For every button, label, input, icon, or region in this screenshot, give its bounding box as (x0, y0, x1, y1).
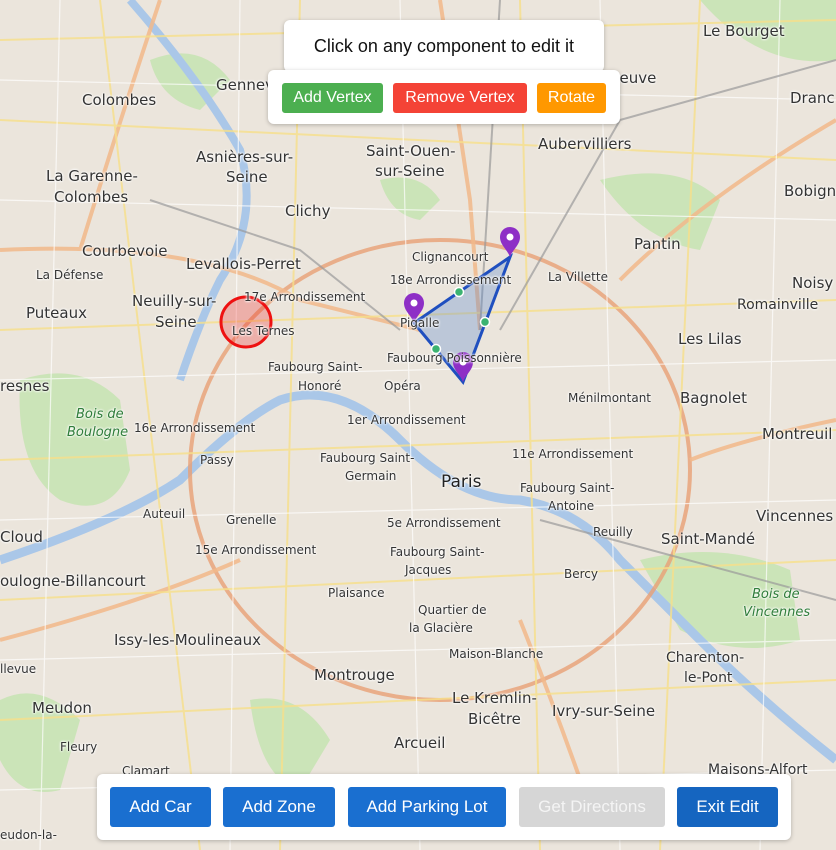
map-label: sur-Seine (375, 162, 445, 180)
add-vertex-button[interactable]: Add Vertex (282, 83, 383, 113)
map-label: Charenton- (666, 650, 745, 666)
map-label: Meudon (32, 699, 92, 717)
map-label: Reuilly (593, 525, 633, 539)
map-label: Les Lilas (678, 330, 742, 348)
map-label: Colombes (54, 188, 129, 206)
map-label: llevue (0, 662, 37, 676)
map-label: resnes (0, 377, 50, 395)
map-label: Faubourg Saint- (390, 545, 485, 559)
map-label: Pantin (634, 235, 681, 253)
map-label: Montreuil (762, 425, 833, 443)
map-label: Saint-Mandé (661, 530, 756, 548)
map-label: Bercy (564, 567, 598, 581)
map-label: Grenelle (226, 513, 277, 527)
map-label: Auteuil (143, 507, 186, 521)
map-label: Puteaux (26, 304, 87, 322)
map-label: 5e Arrondissement (387, 516, 501, 530)
map-label: Bicêtre (468, 710, 521, 728)
map-label: Paris (441, 472, 482, 492)
map-label: Saint-Ouen- (366, 142, 456, 160)
map-label: Bobign (784, 182, 836, 200)
zone-circle[interactable] (219, 295, 273, 349)
map-label: Colombes (82, 91, 157, 109)
map-label: Le Bourget (703, 22, 785, 40)
map-label: Vincennes (756, 507, 834, 525)
map-label: 16e Arrondissement (134, 421, 256, 435)
map-label: 18e Arrondissement (390, 273, 512, 287)
map-label: Les Ternes (232, 324, 295, 338)
map-label: Seine (226, 168, 268, 186)
map-label: Romainville (737, 297, 819, 313)
map-label: 1er Arrondissement (347, 413, 466, 427)
map-label: Courbevoie (82, 242, 168, 260)
map-label: Bois de (76, 407, 124, 422)
map-label: La Défense (36, 268, 104, 282)
map-label: Le Kremlin- (452, 689, 537, 707)
add-zone-button[interactable]: Add Zone (223, 787, 335, 827)
map-label: Honoré (298, 379, 342, 393)
map-label: Levallois-Perret (186, 255, 301, 273)
map-label: Faubourg Saint- (268, 360, 363, 374)
map-label: Ivry-sur-Seine (552, 702, 656, 720)
map-label: Neuilly-sur- (132, 292, 217, 310)
map-label: Aubervilliers (538, 135, 632, 153)
edit-hint-text: Click on any component to edit it (313, 35, 575, 56)
map-label: la Glacière (409, 621, 473, 635)
map-label: Asnières-sur- (196, 148, 294, 166)
map-label: eudon-la- (0, 828, 57, 842)
map-label: Opéra (384, 379, 421, 393)
map-label: Faubourg Saint- (520, 481, 615, 495)
map-label: Quartier de (418, 603, 487, 617)
map-label: Passy (200, 453, 234, 467)
remove-vertex-button[interactable]: Remove Vertex (393, 83, 527, 113)
map-label: La Garenne- (46, 167, 138, 185)
map-label: 17e Arrondissement (244, 290, 366, 304)
map-label: 15e Arrondissement (195, 543, 317, 557)
map-label: Antoine (548, 499, 595, 513)
map-label: Gennev (216, 76, 274, 94)
map-label: Germain (345, 469, 397, 483)
map-label: La Villette (548, 270, 608, 284)
map-label: Arcueil (394, 734, 446, 752)
map-label: le-Pont (684, 670, 733, 686)
map-label: Pigalle (400, 316, 440, 330)
add-car-button[interactable]: Add Car (110, 787, 211, 827)
map-label: Plaisance (328, 586, 385, 600)
map-label: Fleury (60, 740, 98, 754)
map-label: Bois de (752, 587, 800, 602)
map-label: Montrouge (314, 666, 395, 684)
get-directions-button[interactable]: Get Directions (519, 787, 665, 827)
rotate-button[interactable]: Rotate (537, 83, 606, 113)
map-label: Issy-les-Moulineaux (114, 631, 261, 649)
map-label: Faubourg Saint- (320, 451, 415, 465)
map-label: Noisy (792, 274, 834, 292)
map-label: Clignancourt (412, 250, 489, 264)
map-label: Ménilmontant (568, 391, 652, 405)
map-label: Seine (155, 313, 197, 331)
map-label: Boulogne (67, 425, 129, 440)
add-parking-lot-button[interactable]: Add Parking Lot (348, 787, 506, 827)
map-label: 11e Arrondissement (512, 447, 634, 461)
map-label: Cloud (0, 528, 43, 546)
polygon-midpoint-handle[interactable] (479, 316, 491, 328)
polygon-midpoint-handle[interactable] (453, 286, 465, 298)
map-label: Faubourg Poissonnière (387, 351, 522, 365)
map-label: Dranc (790, 89, 835, 107)
map-label: Maison-Blanche (449, 647, 544, 661)
map-label: Bagnolet (680, 389, 747, 407)
exit-edit-button[interactable]: Exit Edit (677, 787, 778, 827)
map-label: Jacques (405, 563, 452, 577)
map-label: oulogne-Billancourt (0, 572, 146, 590)
map-label: Clichy (285, 202, 331, 220)
map-label: Vincennes (743, 605, 811, 620)
